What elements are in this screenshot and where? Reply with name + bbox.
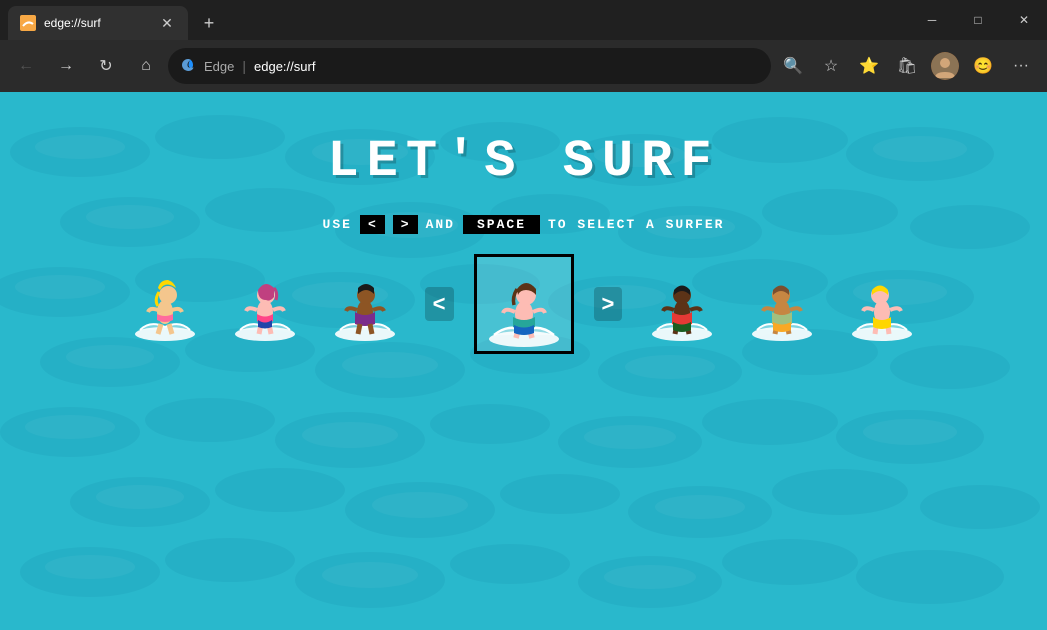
instruction-middle: AND [426,217,455,232]
titlebar-left: edge://surf ✕ + [0,0,226,40]
key-right-button[interactable]: > [393,215,418,234]
surfer-4-selected[interactable] [474,254,574,354]
surfer-6[interactable] [742,259,822,349]
forward-icon: → [58,57,74,75]
surfer-3[interactable] [325,259,405,349]
surfer-selection-row: < [125,254,923,354]
refresh-button[interactable]: ↻ [88,48,124,84]
home-button[interactable]: ⌂ [128,48,164,84]
favorites-icon: ☆ [824,56,838,76]
new-tab-button[interactable]: + [192,6,226,40]
emoji-icon: 😊 [973,56,993,76]
collections-button[interactable]: ⭐ [851,48,887,84]
profile-button[interactable] [927,48,963,84]
wallet-icon: 🛍 [897,56,917,76]
edge-logo [180,57,196,76]
surfer-1-svg [130,262,200,347]
surfer-nav-right[interactable]: > [594,287,623,321]
active-tab[interactable]: edge://surf ✕ [8,6,188,40]
emoji-button[interactable]: 😊 [965,48,1001,84]
surfer-4-svg [479,257,569,352]
instruction-suffix: TO SELECT A SURFER [548,217,724,232]
home-icon: ⌂ [141,57,151,75]
search-button[interactable]: 🔍 [775,48,811,84]
surfer-7-svg [847,262,917,347]
forward-button[interactable]: → [48,48,84,84]
more-icon: ··· [1013,57,1029,75]
surfer-2-svg [230,262,300,347]
tab-close-button[interactable]: ✕ [158,14,176,32]
key-left-button[interactable]: < [360,215,385,234]
surfer-1[interactable] [125,259,205,349]
surfer-2[interactable] [225,259,305,349]
tab-title: edge://surf [44,16,150,30]
window-controls: ─ □ ✕ [909,0,1047,40]
address-bar[interactable]: Edge | edge://surf [168,48,771,84]
surfer-5-svg [647,262,717,347]
titlebar: edge://surf ✕ + ─ □ ✕ [0,0,1047,40]
collections-icon: ⭐ [859,56,879,76]
tab-area: edge://surf ✕ + [0,0,226,40]
search-icon: 🔍 [783,56,803,76]
surfer-3-svg [330,262,400,347]
surfer-5[interactable] [642,259,722,349]
instruction-prefix: USE [323,217,352,232]
navbar: ← → ↻ ⌂ Edge | edge://surf 🔍 ☆ ⭐ 🛍 [0,40,1047,92]
tab-favicon [20,15,36,31]
close-button[interactable]: ✕ [1001,0,1047,40]
game-area: LET'S SURF USE < > AND SPACE TO SELECT A… [0,92,1047,630]
instruction-row: USE < > AND SPACE TO SELECT A SURFER [323,215,725,234]
avatar [931,52,959,80]
minimize-button[interactable]: ─ [909,0,955,40]
wallet-button[interactable]: 🛍 [889,48,925,84]
surfer-7[interactable] [842,259,922,349]
address-separator: | [242,58,246,74]
key-space-button[interactable]: SPACE [463,215,540,234]
more-button[interactable]: ··· [1003,48,1039,84]
surfer-nav-left[interactable]: < [425,287,454,321]
favorites-button[interactable]: ☆ [813,48,849,84]
back-icon: ← [18,57,34,75]
maximize-button[interactable]: □ [955,0,1001,40]
address-text: edge://surf [254,59,759,74]
refresh-icon: ↻ [99,56,112,76]
edge-label-text: Edge [204,59,234,74]
back-button[interactable]: ← [8,48,44,84]
game-title: LET'S SURF [327,132,719,191]
surfer-6-svg [747,262,817,347]
nav-icons: 🔍 ☆ ⭐ 🛍 😊 ··· [775,48,1039,84]
